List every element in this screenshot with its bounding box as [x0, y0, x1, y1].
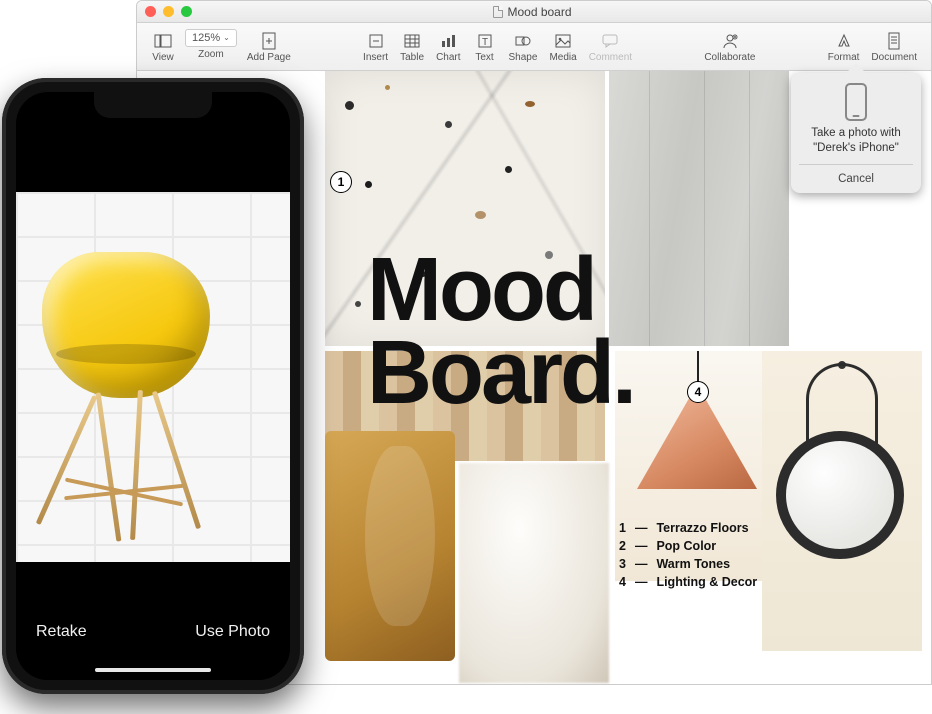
- zoom-value: 125%: [192, 32, 220, 44]
- legend-row: 1—Terrazzo Floors: [619, 519, 757, 537]
- document-button[interactable]: Document: [865, 29, 923, 65]
- iphone-device: Retake Use Photo: [2, 78, 304, 694]
- mood-board-heading[interactable]: Mood Board.: [367, 249, 634, 415]
- collaborate-icon: [720, 31, 740, 51]
- heading-line2: Board.: [367, 332, 634, 415]
- legend-list[interactable]: 1—Terrazzo Floors 2—Pop Color 3—Warm Ton…: [619, 519, 757, 592]
- add-page-button[interactable]: Add Page: [241, 29, 297, 65]
- table-button[interactable]: Table: [394, 29, 430, 65]
- callout-4[interactable]: 4: [687, 381, 709, 403]
- home-indicator[interactable]: [95, 668, 211, 672]
- retake-button[interactable]: Retake: [36, 623, 87, 641]
- legend-row: 3—Warm Tones: [619, 555, 757, 573]
- table-icon: [402, 31, 422, 51]
- callout-1[interactable]: 1: [330, 171, 352, 193]
- yellow-chair: [42, 252, 210, 398]
- iphone-icon: [845, 83, 867, 121]
- iphone-notch: [94, 92, 212, 118]
- shape-button[interactable]: Shape: [503, 29, 544, 65]
- cancel-button[interactable]: Cancel: [799, 164, 913, 193]
- view-label: View: [152, 52, 174, 63]
- text-button[interactable]: T Text: [467, 29, 503, 65]
- heading-line1: Mood: [367, 249, 634, 332]
- legend-row: 2—Pop Color: [619, 537, 757, 555]
- image-concrete[interactable]: [609, 71, 789, 346]
- popover-message: Take a photo with "Derek's iPhone": [811, 126, 901, 156]
- image-sofa[interactable]: [325, 431, 455, 661]
- document-title-text: Mood board: [507, 5, 571, 19]
- insert-icon: [366, 31, 386, 51]
- image-fur[interactable]: [459, 463, 609, 683]
- iphone-body: Retake Use Photo: [2, 78, 304, 694]
- add-page-icon: [259, 31, 279, 51]
- zoom-label: Zoom: [198, 49, 224, 60]
- svg-text:T: T: [481, 37, 487, 48]
- camera-preview: [16, 192, 290, 562]
- chart-button[interactable]: Chart: [430, 29, 466, 65]
- iphone-screen: Retake Use Photo: [16, 92, 290, 680]
- comment-icon: [600, 31, 620, 51]
- chevron-down-icon: ⌄: [223, 33, 230, 42]
- document-icon: [493, 6, 503, 18]
- format-icon: [834, 31, 854, 51]
- chart-icon: [438, 31, 458, 51]
- use-photo-button[interactable]: Use Photo: [195, 623, 270, 641]
- toolbar: View 125% ⌄ Zoom Add Page: [137, 23, 931, 71]
- format-button[interactable]: Format: [822, 29, 866, 65]
- text-icon: T: [475, 31, 495, 51]
- document-panel-icon: [884, 31, 904, 51]
- media-button[interactable]: Media: [543, 29, 582, 65]
- media-icon: [553, 31, 573, 51]
- collaborate-button[interactable]: Collaborate: [698, 29, 761, 65]
- zoom-control[interactable]: 125% ⌄ Zoom: [185, 29, 237, 65]
- document-title: Mood board: [142, 5, 923, 19]
- view-icon: [153, 31, 173, 51]
- continuity-camera-popover: Take a photo with "Derek's iPhone" Cance…: [791, 73, 921, 193]
- legend-row: 4—Lighting & Decor: [619, 573, 757, 591]
- comment-button: Comment: [583, 29, 638, 65]
- insert-button[interactable]: Insert: [357, 29, 394, 65]
- titlebar: Mood board: [137, 1, 931, 23]
- add-page-label: Add Page: [247, 52, 291, 63]
- view-button[interactable]: View: [145, 29, 181, 65]
- image-mirror[interactable]: [762, 351, 922, 651]
- shape-icon: [513, 31, 533, 51]
